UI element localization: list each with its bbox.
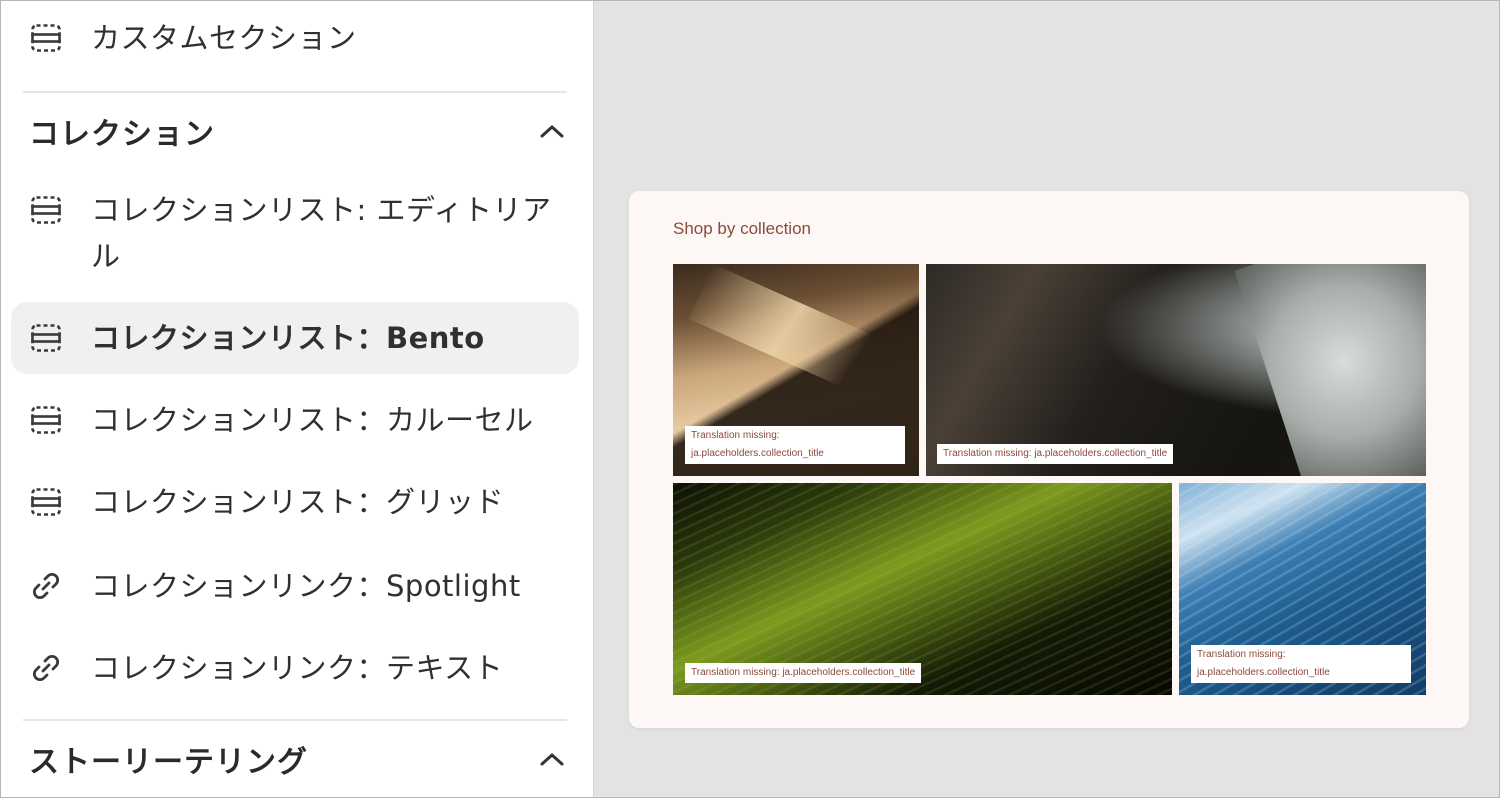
collection-tile-desert[interactable]: Translation missing: ja.placeholders.col… <box>673 264 919 476</box>
collection-title-label: Translation missing: ja.placeholders.col… <box>685 663 922 683</box>
collection-title-label: Translation missing: ja.placeholders.col… <box>1191 645 1411 683</box>
caption-line: Translation missing: <box>1197 649 1286 660</box>
editor-window: カスタムセクション コレクション コレクションリスト: エディトリアル コレクシ… <box>0 0 1500 798</box>
sidebar-item-label: カスタムセクション <box>91 21 357 55</box>
caption-line: Translation missing: ja.placeholders.col… <box>943 448 1168 459</box>
collection-tile-grass[interactable]: Translation missing: ja.placeholders.col… <box>673 483 1172 695</box>
chevron-up-icon[interactable] <box>537 116 567 146</box>
desert-dunes-image <box>688 264 919 417</box>
section-divider <box>23 91 567 93</box>
section-icon <box>29 193 63 227</box>
collection-tile-ocean[interactable]: Translation missing: ja.placeholders.col… <box>926 264 1426 476</box>
caption-line: ja.placeholders.collection_title <box>1197 667 1330 678</box>
section-icon <box>29 403 63 437</box>
sidebar-item-collection-link-text[interactable]: コレクションリンク：テキスト <box>11 645 579 691</box>
sidebar-item-custom-section[interactable]: カスタムセクション <box>11 15 579 61</box>
caption-line: Translation missing: ja.placeholders.col… <box>691 667 916 678</box>
group-title: ストーリーテリング <box>29 745 308 780</box>
sidebar-item-label: コレクションリスト: エディトリアル <box>91 193 552 273</box>
collection-title-label: Translation missing: ja.placeholders.col… <box>937 444 1174 464</box>
sidebar-item-label: コレクションリスト：カルーセル <box>91 403 534 437</box>
sidebar-item-label: コレクションリスト：Bento <box>91 321 485 355</box>
section-icon <box>29 485 63 519</box>
preview-heading: Shop by collection <box>673 219 811 238</box>
chevron-up-icon[interactable] <box>537 744 567 774</box>
sidebar-item-collection-link-spotlight[interactable]: コレクションリンク：Spotlight <box>11 563 579 609</box>
section-icon <box>29 21 63 55</box>
sidebar-item-collection-list-carousel[interactable]: コレクションリスト：カルーセル <box>11 397 579 443</box>
link-icon <box>29 651 63 685</box>
sidebar-item-label: コレクションリンク：Spotlight <box>91 569 521 603</box>
ocean-shore-image <box>1234 264 1426 476</box>
collection-title-label: Translation missing: ja.placeholders.col… <box>685 426 905 464</box>
sidebar-item-collection-list-editorial[interactable]: コレクションリスト: エディトリアル <box>11 187 579 279</box>
caption-line: ja.placeholders.collection_title <box>691 448 824 459</box>
caption-line: Translation missing: <box>691 430 780 441</box>
collection-tile-water[interactable]: Translation missing: ja.placeholders.col… <box>1179 483 1426 695</box>
group-title: コレクション <box>29 117 215 152</box>
sidebar-item-label: コレクションリスト：グリッド <box>91 485 505 519</box>
sidebar-item-collection-list-bento[interactable]: コレクションリスト：Bento <box>11 302 579 374</box>
section-preview-card: Shop by collection Translation missing: … <box>629 191 1469 728</box>
link-icon <box>29 569 63 603</box>
section-picker-sidebar: カスタムセクション コレクション コレクションリスト: エディトリアル コレクシ… <box>1 1 594 797</box>
sidebar-item-collection-list-grid[interactable]: コレクションリスト：グリッド <box>11 479 579 525</box>
group-header-storytelling[interactable]: ストーリーテリング <box>23 729 567 789</box>
section-icon <box>29 321 63 355</box>
group-header-collection[interactable]: コレクション <box>23 101 567 161</box>
section-divider <box>23 719 567 721</box>
sidebar-item-label: コレクションリンク：テキスト <box>91 651 504 685</box>
